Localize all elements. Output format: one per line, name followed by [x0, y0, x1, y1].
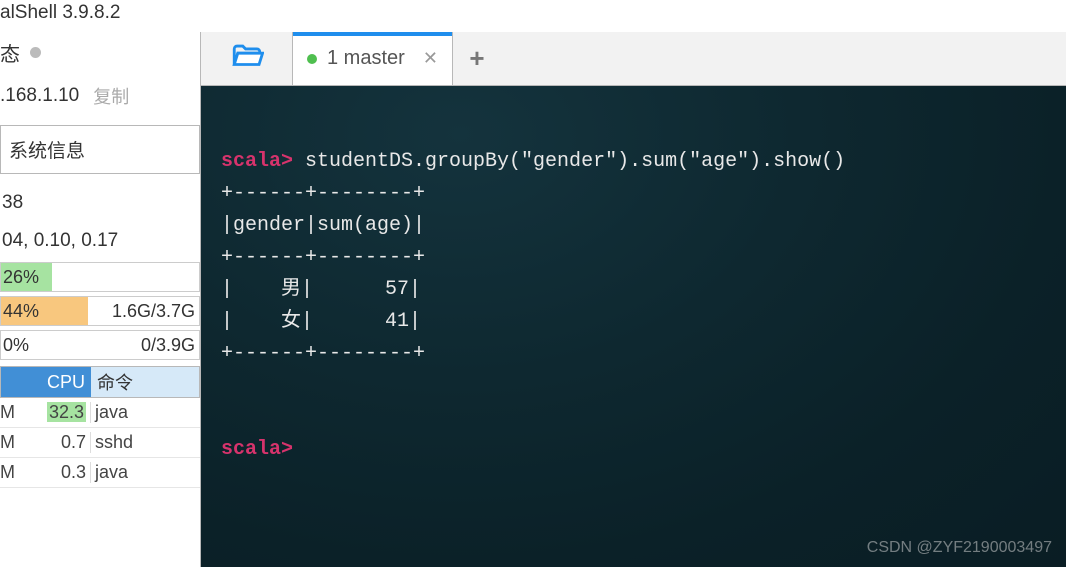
copy-button[interactable]: 复制	[93, 83, 129, 109]
scala-prompt: scala>	[221, 438, 293, 461]
table-row: | 女| 41|	[221, 310, 421, 333]
table-border: +------+--------+	[221, 182, 425, 205]
proc-cpu: 0.7	[26, 432, 90, 453]
usage-bar-1: 26%	[0, 262, 200, 292]
proc-cpu: 32.3	[26, 402, 90, 423]
open-folder-button[interactable]	[201, 32, 293, 85]
usage-bar-3-right: 0/3.9G	[141, 335, 199, 356]
tab-label: 1 master	[327, 47, 405, 70]
watermark: CSDN @ZYF2190003497	[867, 535, 1052, 561]
process-table-header: CPU 命令	[0, 366, 200, 398]
status-dot-icon	[30, 47, 41, 58]
table-border: +------+--------+	[221, 246, 425, 269]
terminal[interactable]: scala> studentDS.groupBy("gender").sum("…	[201, 86, 1066, 567]
close-icon[interactable]: ✕	[423, 48, 438, 69]
table-row: | 男| 57|	[221, 278, 421, 301]
proc-cmd: java	[90, 462, 200, 483]
proc-m: M	[0, 402, 26, 423]
tab-bar: 1 master ✕ +	[201, 32, 1066, 86]
proc-m: M	[0, 432, 26, 453]
table-row[interactable]: M 0.3 java	[0, 458, 200, 488]
metric-value-1: 38	[0, 184, 200, 222]
right-panel: 1 master ✕ + scala> studentDS.groupBy("g…	[200, 32, 1066, 567]
usage-bar-2-right: 1.6G/3.7G	[112, 301, 199, 322]
usage-bar-3: 0% 0/3.9G	[0, 330, 200, 360]
usage-bar-2: 44% 1.6G/3.7G	[0, 296, 200, 326]
col-header-cpu[interactable]: CPU	[1, 367, 91, 397]
col-header-cmd[interactable]: 命令	[91, 369, 199, 395]
folder-open-icon	[230, 39, 264, 78]
tab-master[interactable]: 1 master ✕	[293, 32, 453, 85]
usage-bar-2-pct: 44%	[1, 301, 39, 322]
status-dot-icon	[307, 54, 317, 64]
usage-bar-1-pct: 26%	[1, 267, 39, 288]
table-header: |gender|sum(age)|	[221, 214, 425, 237]
status-label: 态	[0, 38, 20, 67]
proc-cmd: java	[90, 402, 200, 423]
table-row[interactable]: M 32.3 java	[0, 398, 200, 428]
system-info-button[interactable]: 系统信息	[0, 125, 200, 174]
table-border: +------+--------+	[221, 342, 425, 365]
proc-cpu: 0.3	[26, 462, 90, 483]
proc-cmd: sshd	[90, 432, 200, 453]
proc-m: M	[0, 462, 26, 483]
scala-prompt: scala>	[221, 150, 293, 173]
left-panel: 态 .168.1.10 复制 系统信息 38 04, 0.10, 0.17 26…	[0, 32, 200, 567]
app-title: alShell 3.9.8.2	[0, 0, 1066, 32]
usage-bar-3-pct: 0%	[1, 335, 29, 356]
metric-value-2: 04, 0.10, 0.17	[0, 222, 200, 260]
terminal-command: studentDS.groupBy("gender").sum("age").s…	[293, 150, 845, 173]
add-tab-button[interactable]: +	[453, 32, 501, 85]
plus-icon: +	[469, 43, 484, 74]
ip-address: .168.1.10	[0, 85, 79, 107]
table-row[interactable]: M 0.7 sshd	[0, 428, 200, 458]
